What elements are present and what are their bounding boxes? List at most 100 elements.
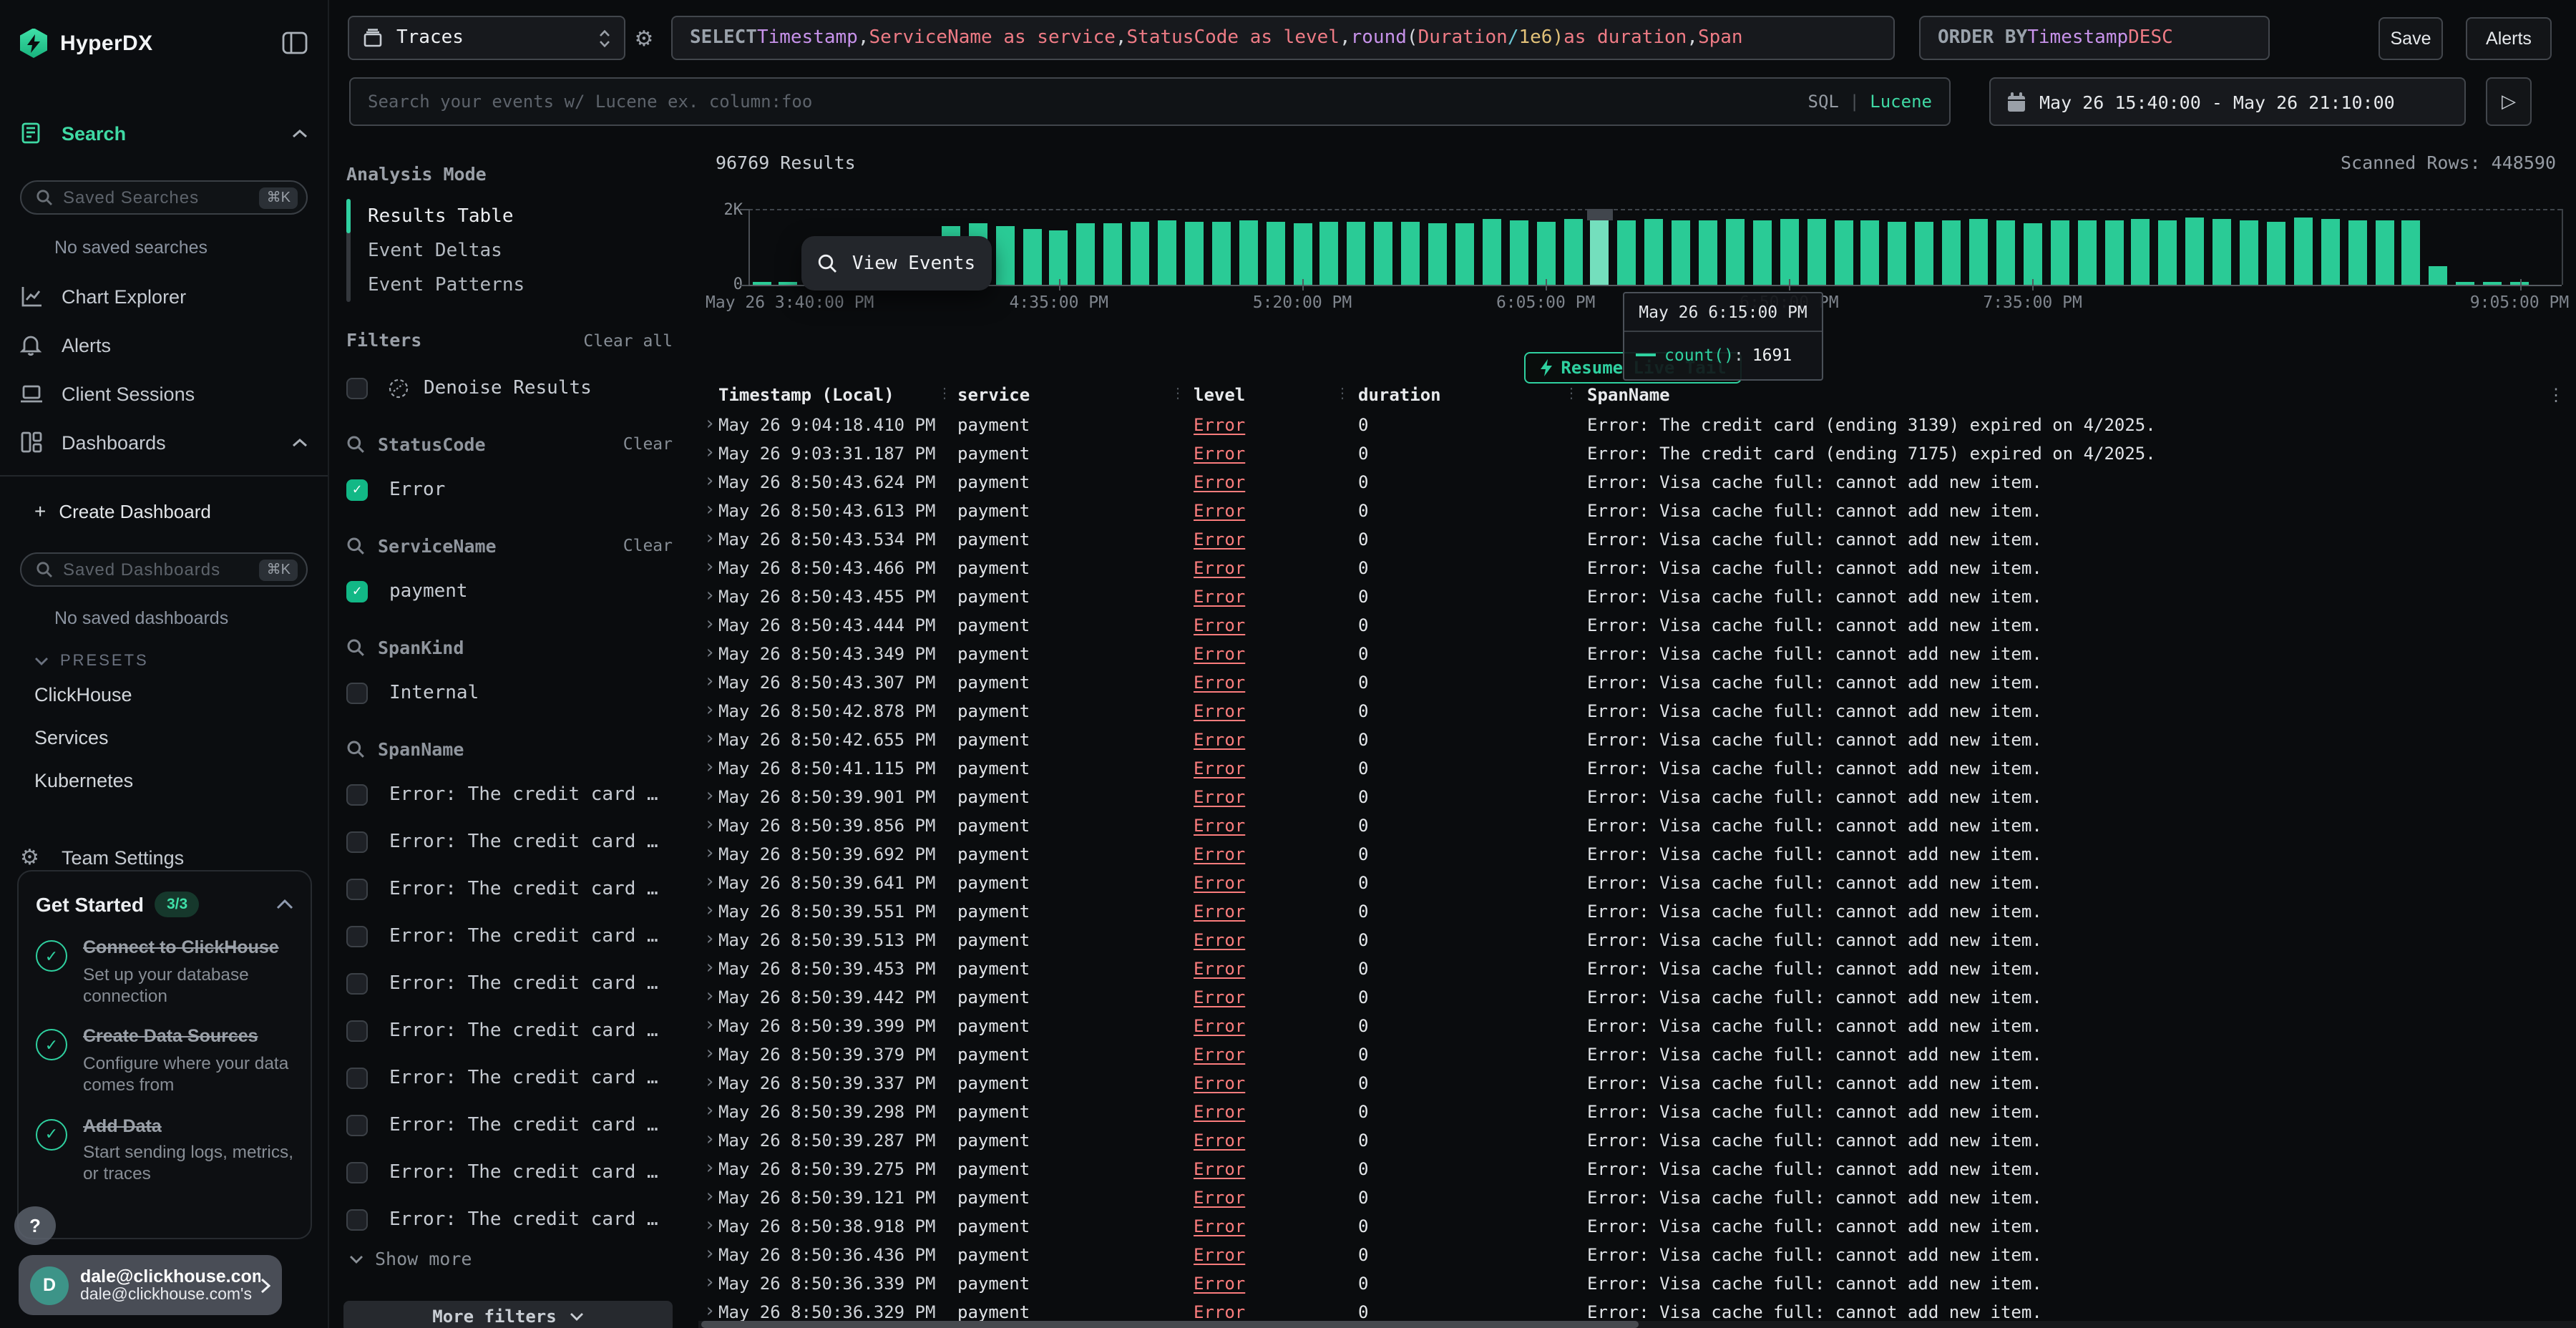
- histogram-bar[interactable]: [1996, 220, 2015, 285]
- filter-option[interactable]: Error: The credit card …: [346, 1063, 673, 1092]
- cell-level[interactable]: Error: [1194, 415, 1245, 435]
- cell-level[interactable]: Error: [1194, 1274, 1245, 1294]
- save-button[interactable]: Save: [2379, 16, 2443, 59]
- table-row[interactable]: ›May 26 8:50:39.287 PMpaymentError0Error…: [698, 1128, 2576, 1156]
- histogram-bar[interactable]: [1563, 219, 1582, 285]
- filter-checkbox[interactable]: [346, 1114, 368, 1136]
- filter-option[interactable]: Error: The credit card …: [346, 780, 673, 809]
- sidebar-item-alerts[interactable]: Alerts: [20, 329, 308, 361]
- source-settings-gear-icon[interactable]: ⚙: [625, 25, 663, 51]
- histogram-bar[interactable]: [1915, 222, 1933, 285]
- table-row[interactable]: ›May 26 8:50:39.379 PMpaymentError0Error…: [698, 1042, 2576, 1070]
- row-expand-chevron[interactable]: ›: [704, 1272, 716, 1294]
- table-row[interactable]: ›May 26 8:50:39.275 PMpaymentError0Error…: [698, 1156, 2576, 1185]
- more-filters-button[interactable]: More filters: [343, 1301, 673, 1328]
- cell-level[interactable]: Error: [1194, 1245, 1245, 1265]
- row-expand-chevron[interactable]: ›: [704, 585, 716, 607]
- row-expand-chevron[interactable]: ›: [704, 414, 716, 435]
- filter-checkbox[interactable]: ✓: [346, 479, 368, 500]
- filter-checkbox[interactable]: [346, 1161, 368, 1183]
- sql-select-editor[interactable]: SELECT Timestamp, ServiceName as service…: [671, 16, 1895, 60]
- row-expand-chevron[interactable]: ›: [704, 1072, 716, 1093]
- saved-searches-input[interactable]: ⌘K: [20, 180, 308, 215]
- table-options-kebab-icon[interactable]: ⋮: [2547, 385, 2565, 405]
- row-expand-chevron[interactable]: ›: [704, 528, 716, 550]
- histogram-bar[interactable]: [1428, 223, 1447, 285]
- histogram-bar[interactable]: [2321, 219, 2339, 285]
- histogram-bar[interactable]: [2212, 219, 2231, 285]
- table-row[interactable]: ›May 26 8:50:39.641 PMpaymentError0Error…: [698, 870, 2576, 899]
- histogram-bar[interactable]: [1753, 220, 1772, 285]
- cell-level[interactable]: Error: [1194, 959, 1245, 979]
- filter-option[interactable]: Error: The credit card …: [346, 1158, 673, 1186]
- column-drag-handle[interactable]: ⋮: [1564, 386, 1579, 402]
- filter-option[interactable]: ✓Error: [346, 475, 673, 504]
- scrollbar-thumb[interactable]: [701, 1321, 1639, 1328]
- analysis-mode-results-table[interactable]: Results Table: [351, 199, 698, 233]
- table-row[interactable]: ›May 26 8:50:39.399 PMpaymentError0Error…: [698, 1013, 2576, 1042]
- source-select[interactable]: Traces: [348, 16, 625, 60]
- row-expand-chevron[interactable]: ›: [704, 499, 716, 521]
- analysis-mode-event-deltas[interactable]: Event Deltas: [351, 233, 698, 268]
- table-row[interactable]: ›May 26 8:50:42.655 PMpaymentError0Error…: [698, 727, 2576, 756]
- filter-checkbox[interactable]: [346, 1020, 368, 1041]
- cell-level[interactable]: Error: [1194, 758, 1245, 778]
- table-row[interactable]: ›May 26 8:50:39.901 PMpaymentError0Error…: [698, 784, 2576, 813]
- get-started-item[interactable]: ✓ Add Data Start sending logs, metrics, …: [36, 1116, 293, 1186]
- analysis-mode-event-patterns[interactable]: Event Patterns: [351, 268, 698, 302]
- histogram-bar[interactable]: [1023, 229, 1041, 285]
- cell-level[interactable]: Error: [1194, 701, 1245, 721]
- histogram-bar[interactable]: [1131, 222, 1149, 285]
- table-row[interactable]: ›May 26 9:04:18.410 PMpaymentError0Error…: [698, 412, 2576, 441]
- chevron-up-icon[interactable]: [292, 128, 308, 138]
- preset-item-kubernetes[interactable]: Kubernetes: [34, 770, 308, 799]
- table-row[interactable]: ›May 26 8:50:43.466 PMpaymentError0Error…: [698, 555, 2576, 584]
- table-row[interactable]: ›May 26 8:50:43.455 PMpaymentError0Error…: [698, 584, 2576, 612]
- row-expand-chevron[interactable]: ›: [704, 786, 716, 807]
- sidebar-item-team-settings[interactable]: ⚙ Team Settings: [20, 841, 308, 873]
- cell-level[interactable]: Error: [1194, 987, 1245, 1007]
- help-button[interactable]: ?: [14, 1206, 56, 1245]
- histogram-bar[interactable]: [2348, 220, 2366, 285]
- filter-checkbox[interactable]: [346, 878, 368, 899]
- filter-option[interactable]: Error: The credit card …: [346, 969, 673, 997]
- table-row[interactable]: ›May 26 8:50:39.453 PMpaymentError0Error…: [698, 956, 2576, 985]
- row-expand-chevron[interactable]: ›: [704, 557, 716, 578]
- histogram-bar[interactable]: [2159, 220, 2177, 285]
- cell-level[interactable]: Error: [1194, 1073, 1245, 1093]
- table-row[interactable]: ›May 26 8:50:43.624 PMpaymentError0Error…: [698, 469, 2576, 498]
- table-row[interactable]: ›May 26 8:50:39.692 PMpaymentError0Error…: [698, 841, 2576, 870]
- chevron-up-icon[interactable]: [276, 899, 293, 910]
- histogram-bar[interactable]: [1158, 220, 1176, 285]
- histogram-bar[interactable]: [995, 226, 1014, 285]
- sidebar-item-chart-explorer[interactable]: Chart Explorer: [20, 280, 308, 312]
- histogram-bar[interactable]: [1536, 222, 1555, 285]
- row-expand-chevron[interactable]: ›: [704, 1186, 716, 1208]
- histogram-bar[interactable]: [1699, 220, 1717, 285]
- table-row[interactable]: ›May 26 8:50:43.534 PMpaymentError0Error…: [698, 527, 2576, 555]
- histogram-bar[interactable]: [1888, 222, 1907, 285]
- row-expand-chevron[interactable]: ›: [704, 957, 716, 979]
- row-expand-chevron[interactable]: ›: [704, 1129, 716, 1151]
- histogram-bar[interactable]: [2240, 220, 2258, 285]
- filter-checkbox[interactable]: [346, 783, 368, 805]
- table-row[interactable]: ›May 26 8:50:43.307 PMpaymentError0Error…: [698, 670, 2576, 698]
- cell-level[interactable]: Error: [1194, 1216, 1245, 1236]
- clear-all-button[interactable]: Clear all: [583, 330, 673, 350]
- row-expand-chevron[interactable]: ›: [704, 643, 716, 664]
- row-expand-chevron[interactable]: ›: [704, 728, 716, 750]
- filter-option[interactable]: ✓payment: [346, 577, 673, 605]
- row-expand-chevron[interactable]: ›: [704, 1158, 716, 1179]
- histogram-bar[interactable]: [1239, 220, 1257, 285]
- column-drag-handle[interactable]: ⋮: [937, 386, 952, 402]
- cell-level[interactable]: Error: [1194, 1188, 1245, 1208]
- row-expand-chevron[interactable]: ›: [704, 872, 716, 893]
- histogram-bar[interactable]: [1320, 222, 1339, 285]
- create-dashboard-button[interactable]: + Create Dashboard: [34, 495, 308, 527]
- date-range-picker[interactable]: May 26 15:40:00 - May 26 21:10:00: [1989, 77, 2466, 126]
- cell-level[interactable]: Error: [1194, 787, 1245, 807]
- histogram-bar[interactable]: [1969, 219, 1988, 285]
- histogram-bar[interactable]: [2456, 282, 2474, 285]
- filter-checkbox[interactable]: [346, 925, 368, 947]
- sidebar-collapse-icon[interactable]: [282, 31, 308, 54]
